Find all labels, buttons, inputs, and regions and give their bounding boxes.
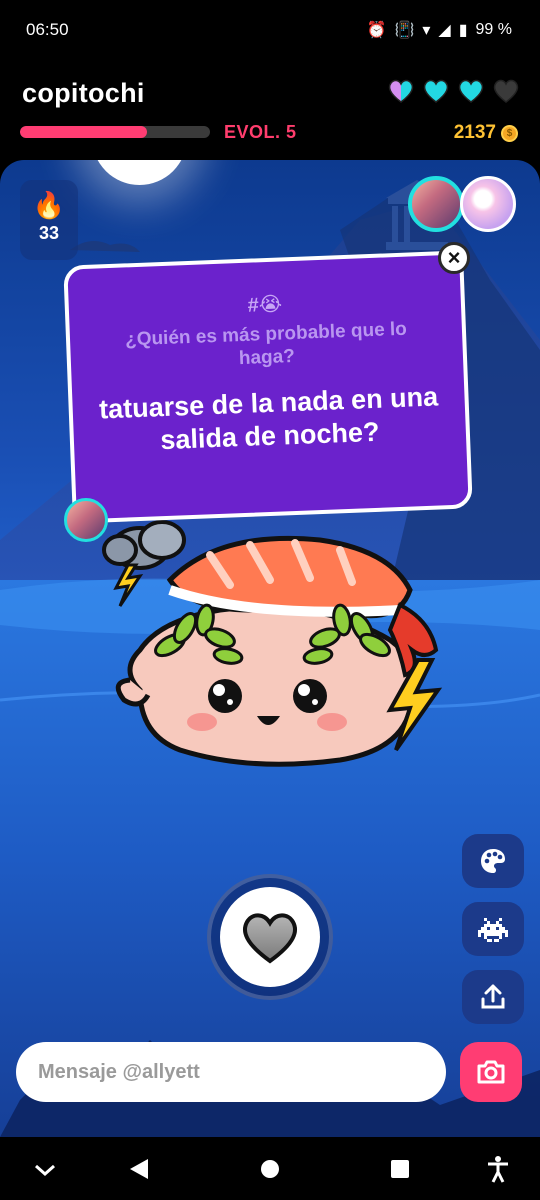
share-button[interactable] — [462, 970, 524, 1024]
close-question-button[interactable]: × — [438, 242, 470, 274]
home-icon[interactable] — [260, 1159, 280, 1179]
palette-button[interactable] — [462, 834, 524, 888]
evolution-progress-bar — [20, 126, 210, 138]
back-icon[interactable] — [128, 1157, 150, 1181]
player-avatar[interactable] — [408, 176, 464, 232]
wifi-icon: ▾ — [422, 22, 431, 39]
share-icon — [481, 984, 505, 1009]
status-time: 06:50 — [26, 20, 69, 39]
status-icons: ⏰ 📳 ▾ ◢ ▮ 99 % — [367, 20, 512, 40]
sushi-pet[interactable] — [100, 510, 450, 780]
author-avatar[interactable] — [64, 498, 108, 542]
alarm-icon: ⏰ — [366, 22, 387, 39]
feed-heart-button[interactable] — [220, 887, 320, 987]
pet-header: copitochi EVOL. 5 2137 $ — [0, 62, 540, 160]
coin-count: 2137 — [453, 122, 496, 143]
streak-badge[interactable]: 🔥 33 — [20, 180, 78, 260]
heart-icon — [242, 913, 298, 964]
signal-icon: ◢ — [438, 22, 451, 39]
heart-empty-icon — [492, 78, 520, 104]
accessibility-icon[interactable] — [486, 1155, 510, 1183]
pet-name[interactable]: copitochi — [22, 78, 145, 109]
question-card[interactable]: #😭 ¿Quién es más probable que lo haga? t… — [63, 250, 473, 524]
battery-icon: ▮ — [458, 22, 468, 39]
question-text: tatuarse de la nada en una salida de noc… — [98, 381, 439, 456]
question-subtitle: ¿Quién es más probable que lo haga? — [124, 318, 408, 370]
coin-balance[interactable]: 2137 $ — [454, 122, 518, 144]
minigame-button[interactable] — [462, 902, 524, 956]
palette-icon — [481, 849, 505, 873]
flame-icon: 🔥 — [32, 190, 66, 220]
recents-icon[interactable] — [390, 1159, 410, 1179]
heart-icon — [422, 78, 450, 104]
evolution-label[interactable]: EVOL. 5 — [224, 122, 297, 143]
status-bar: 06:50 ⏰ 📳 ▾ ◢ ▮ 99 % — [0, 0, 540, 62]
space-invader-icon — [478, 918, 508, 942]
vibrate-icon: 📳 — [394, 22, 415, 39]
player-avatar-pet[interactable] — [460, 176, 516, 232]
evolution-progress-fill — [20, 126, 148, 138]
battery-percent: 99 % — [475, 21, 512, 38]
chevron-down-icon[interactable] — [34, 1163, 56, 1177]
camera-button[interactable] — [460, 1042, 522, 1102]
hearts-row[interactable] — [387, 78, 520, 104]
android-nav-bar — [0, 1137, 540, 1200]
heart-icon — [387, 78, 415, 104]
message-input[interactable] — [16, 1042, 446, 1102]
camera-icon — [477, 1060, 505, 1084]
heart-icon — [457, 78, 485, 104]
coin-icon: $ — [501, 124, 518, 142]
streak-count: 33 — [38, 223, 60, 243]
